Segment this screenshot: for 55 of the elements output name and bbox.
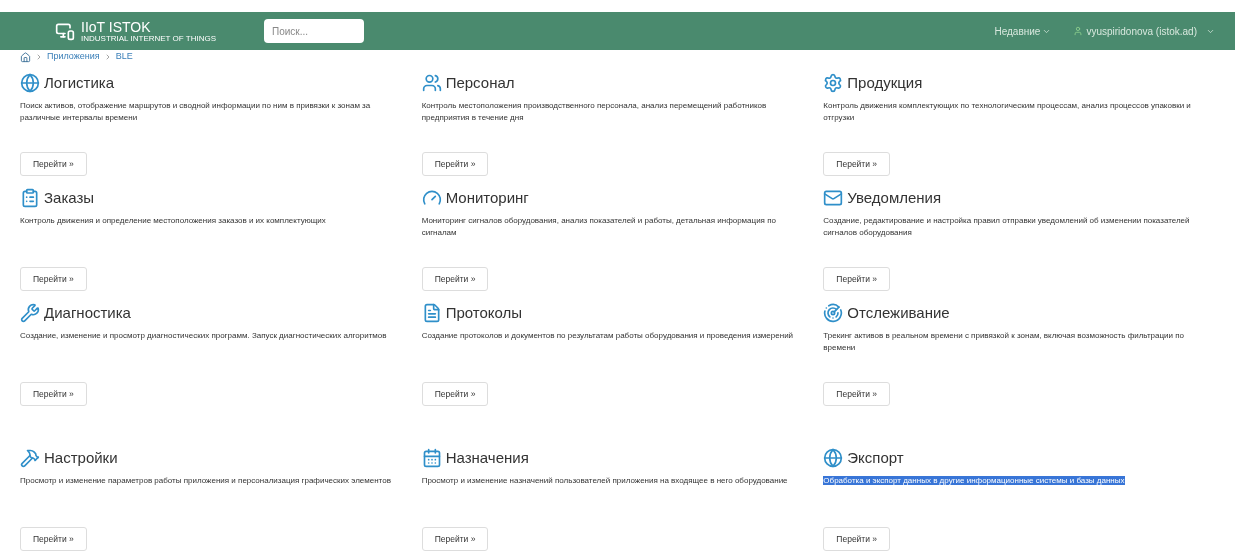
calendar-icon bbox=[421, 448, 442, 468]
wrench-icon bbox=[20, 303, 40, 323]
card-title: Логистика bbox=[44, 72, 115, 93]
hammer-icon bbox=[20, 448, 40, 468]
user-icon bbox=[1073, 26, 1084, 36]
logo-subtitle: INDUSTRIAL INTERNET OF THINGS bbox=[81, 34, 216, 43]
card-title: Диагностика bbox=[44, 302, 131, 323]
go-button[interactable]: Перейти » bbox=[20, 527, 87, 551]
go-button[interactable]: Перейти » bbox=[421, 527, 489, 551]
card-description: Обработка и экспорт данных в другие информационные системы и базы данных bbox=[823, 475, 1126, 487]
go-button[interactable]: Перейти » bbox=[421, 267, 489, 291]
list-icon bbox=[20, 188, 40, 208]
card-title: Экспорт bbox=[847, 447, 904, 468]
go-button[interactable]: Перейти » bbox=[823, 152, 891, 176]
home-icon[interactable] bbox=[20, 51, 31, 63]
card-title: Настройки bbox=[44, 447, 118, 468]
logo-icon bbox=[55, 21, 75, 41]
gear-icon bbox=[823, 73, 844, 93]
go-button[interactable]: Перейти » bbox=[20, 267, 87, 291]
go-button[interactable]: Перейти » bbox=[20, 382, 87, 406]
breadcrumb-link[interactable]: BLE bbox=[115, 50, 133, 64]
card-title: Заказы bbox=[44, 187, 95, 208]
card-description: Создание, изменение и просмотр диагностических программ. Запуск диагностических алгоритмов bbox=[20, 330, 388, 342]
envelope-icon bbox=[823, 188, 844, 208]
card-title: Отслеживание bbox=[847, 302, 950, 323]
separator-icon bbox=[35, 53, 43, 61]
logo-title: IIoT ISTOK bbox=[81, 19, 152, 34]
card-title: Протоколы bbox=[445, 302, 523, 323]
go-button[interactable]: Перейти » bbox=[823, 527, 891, 551]
card-description: Создание, редактирование и настройка правил отправки уведомлений об изменении показателей сигналов оборудования bbox=[823, 215, 1191, 239]
card-title: Продукция bbox=[847, 72, 923, 93]
globe-icon bbox=[20, 73, 40, 93]
card-description: Просмотр и изменение параметров работы приложения и персонализация графических элементов bbox=[20, 475, 392, 487]
people-icon bbox=[421, 73, 442, 93]
card-description: Создание протоколов и документов по результатам работы оборудования и проведения измерений bbox=[421, 330, 795, 342]
card-title: Мониторинг bbox=[445, 187, 529, 208]
card-description: Трекинг активов в реальном времени с привязкой к зонам, включая возможность фильтрации по времени bbox=[823, 330, 1185, 354]
radar-icon bbox=[823, 303, 844, 323]
breadcrumb-link[interactable]: Приложения bbox=[47, 50, 100, 64]
card-title: Уведомления bbox=[847, 187, 942, 208]
globe-icon bbox=[823, 448, 844, 468]
go-button[interactable]: Перейти » bbox=[823, 267, 891, 291]
go-button[interactable]: Перейти » bbox=[823, 382, 891, 406]
card-title: Персонал bbox=[445, 72, 515, 93]
card-description: Контроль движения и определение местоположения заказов и их комплектующих bbox=[20, 215, 327, 227]
card-description: Просмотр и изменение назначений пользователей приложения на входящее в него оборудование bbox=[421, 475, 789, 487]
card-title: Назначения bbox=[445, 447, 529, 468]
gauge-icon bbox=[421, 188, 442, 208]
card-description: Поиск активов, отображение маршрутов и сводной информации по ним в привязки к зонам за различные интервалы времени bbox=[20, 100, 372, 124]
go-button[interactable]: Перейти » bbox=[20, 152, 87, 176]
search-field[interactable]: Поиск... bbox=[264, 19, 364, 43]
card-description: Контроль местоположения производственного персонала, анализ перемещений работников предприятия в течение дня bbox=[421, 100, 768, 124]
go-button[interactable]: Перейти » bbox=[421, 382, 489, 406]
card-description: Контроль движения комплектующих по технологическим процессам, анализ процессов упаковки и отгрузки bbox=[823, 100, 1192, 124]
go-button[interactable]: Перейти » bbox=[421, 152, 489, 176]
